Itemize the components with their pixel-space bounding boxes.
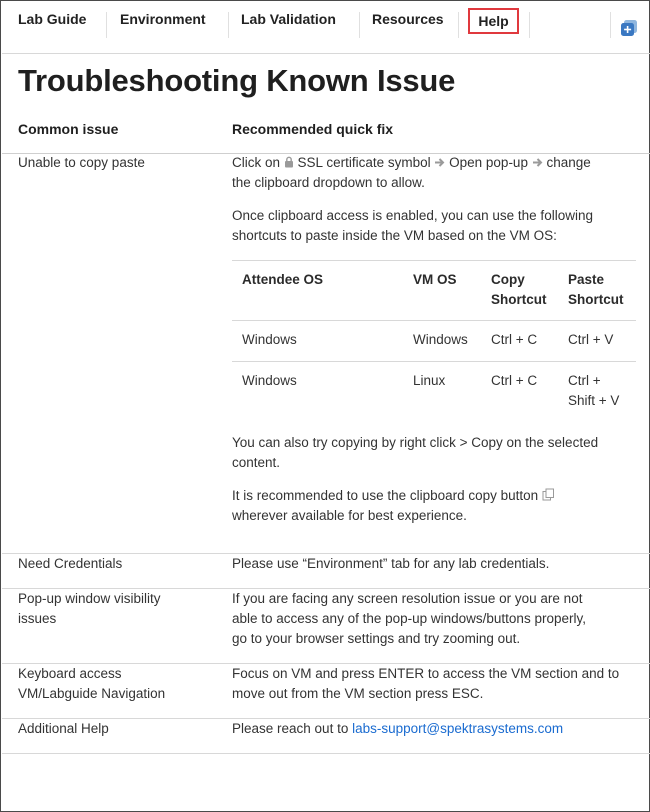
tab-divider xyxy=(359,12,360,38)
tab-lab-guide[interactable]: Lab Guide xyxy=(18,11,86,27)
top-navigation: Lab Guide Environment Lab Validation Res… xyxy=(2,2,650,54)
shortcut-header-paste: Shortcut xyxy=(568,292,624,307)
fix-text: change xyxy=(546,155,591,170)
tab-divider xyxy=(228,12,229,38)
issue-credentials: Need Credentials xyxy=(18,556,123,571)
support-email-link[interactable]: labs-support@spektrasystems.com xyxy=(352,721,563,736)
column-header-issue: Common issue xyxy=(18,121,119,137)
fix-text: Click on xyxy=(232,155,281,170)
tab-divider xyxy=(458,12,459,38)
fix-credentials: Please use “Environment” tab for any lab… xyxy=(232,556,550,571)
fix-keyboard-line1: Focus on VM and press ENTER to access th… xyxy=(232,666,620,681)
issue-additional-help: Additional Help xyxy=(18,721,109,736)
fix-popup-line1: If you are facing any screen resolution … xyxy=(232,591,583,606)
fix-copy-paste-line1: Click on SSL certificate symbol Open pop… xyxy=(232,153,591,174)
shortcut-cell-paste: Ctrl + V xyxy=(568,332,614,347)
issue-keyboard-line2: VM/Labguide Navigation xyxy=(18,686,166,701)
shortcut-header-copy: Copy xyxy=(491,272,525,287)
fix-text: Open pop-up xyxy=(449,155,528,170)
tab-lab-validation[interactable]: Lab Validation xyxy=(241,11,336,27)
tab-divider xyxy=(610,12,611,38)
arrow-right-icon xyxy=(434,154,445,174)
fix-clipboard-para-line1: Once clipboard access is enabled, you ca… xyxy=(232,208,593,223)
shortcut-cell-paste: Shift + V xyxy=(568,393,620,408)
expand-icon[interactable] xyxy=(620,19,638,37)
page-title: Troubleshooting Known Issue xyxy=(18,63,456,98)
issue-keyboard-line1: Keyboard access xyxy=(18,666,122,681)
tab-environment[interactable]: Environment xyxy=(120,11,206,27)
fix-copy-paste-line2: the clipboard dropdown to allow. xyxy=(232,175,425,190)
tab-help[interactable]: Help xyxy=(468,8,519,34)
shortcut-cell-attendee-os: Windows xyxy=(242,332,297,347)
fix-keyboard-line2: move out from the VM section press ESC. xyxy=(232,686,484,701)
fix-text: It is recommended to use the clipboard c… xyxy=(232,488,539,503)
shortcut-header-attendee-os: Attendee OS xyxy=(242,272,324,287)
row-divider xyxy=(2,753,650,754)
fix-additional-help: Please reach out to labs-support@spektra… xyxy=(232,719,563,739)
shortcut-cell-vm-os: Linux xyxy=(413,373,446,388)
shortcut-cell-attendee-os: Windows xyxy=(242,373,297,388)
tab-divider xyxy=(106,12,107,38)
shortcut-cell-copy: Ctrl + C xyxy=(491,332,538,347)
shortcut-header-copy: Shortcut xyxy=(491,292,547,307)
fix-right-click-line1: You can also try copying by right click … xyxy=(232,435,599,450)
arrow-right-icon xyxy=(532,154,543,174)
fix-clipboard-para-line2: shortcuts to paste inside the VM based o… xyxy=(232,228,557,243)
shortcut-header-paste: Paste xyxy=(568,272,605,287)
fix-copy-button-line1: It is recommended to use the clipboard c… xyxy=(232,486,555,507)
fix-copy-button-line2: wherever available for best experience. xyxy=(232,508,467,523)
tab-resources[interactable]: Resources xyxy=(372,11,444,27)
shortcut-cell-vm-os: Windows xyxy=(413,332,468,347)
tab-divider xyxy=(529,12,530,38)
fix-popup-line2: able to access any of the pop-up windows… xyxy=(232,611,586,626)
shortcut-table-divider xyxy=(232,361,636,362)
issue-popup-line1: Pop-up window visibility xyxy=(18,591,161,606)
shortcut-cell-copy: Ctrl + C xyxy=(491,373,538,388)
shortcut-header-vm-os: VM OS xyxy=(413,272,457,287)
copy-icon xyxy=(542,487,555,507)
issue-popup-line2: issues xyxy=(18,611,57,626)
fix-text: Please reach out to xyxy=(232,721,349,736)
fix-right-click-line2: content. xyxy=(232,455,281,470)
fix-text: SSL certificate symbol xyxy=(297,155,431,170)
lock-icon xyxy=(284,154,294,174)
issue-copy-paste: Unable to copy paste xyxy=(18,155,145,170)
lab-guide-panel: Lab Guide Environment Lab Validation Res… xyxy=(0,0,650,812)
shortcut-table-divider xyxy=(232,320,636,321)
column-header-fix: Recommended quick fix xyxy=(232,121,394,137)
fix-popup-line3: go to your browser settings and try zoom… xyxy=(232,631,521,646)
shortcut-table-top-border xyxy=(232,260,636,261)
shortcut-cell-paste: Ctrl + xyxy=(568,373,601,388)
